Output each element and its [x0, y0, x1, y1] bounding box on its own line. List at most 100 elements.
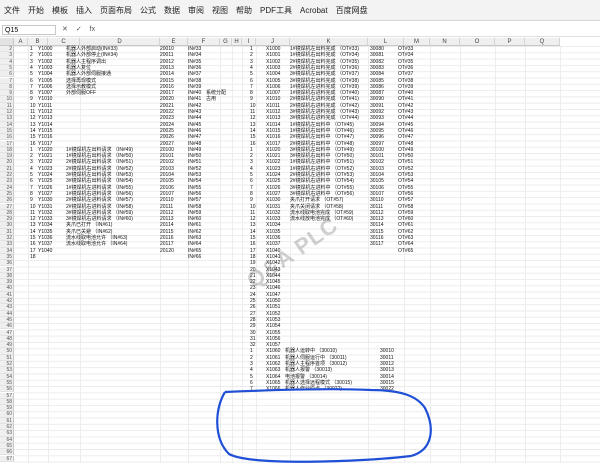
- left-table-cell: IN#58: [188, 203, 202, 210]
- right-table-cell: 机器人报警 （30013): [285, 367, 332, 374]
- left-table-cell: 3: [30, 159, 33, 166]
- right-table-cell: 16: [250, 140, 256, 147]
- ribbon-tab[interactable]: 视图: [208, 5, 232, 16]
- right-table-cell: 16: [250, 241, 256, 248]
- left-table-cell: Y1032: [38, 209, 53, 216]
- left-table-cell: Y1010: [38, 96, 53, 103]
- left-table-cell: IN#49: [188, 146, 202, 153]
- right-table-cell: 30083: [370, 64, 384, 71]
- right-table-cell: X1000: [266, 46, 281, 52]
- left-table-cell: IN#56: [188, 190, 202, 197]
- left-table-cell: Y1012: [38, 109, 53, 115]
- right-table-cell: 3#镜焊机右出料完成 （OT#38): [290, 77, 359, 84]
- right-table-cell: 3#镜焊机左出料完成 （OT#37): [290, 71, 359, 78]
- left-table-cell: IN#63: [188, 235, 202, 241]
- left-table-cell: Y1036: [38, 235, 53, 241]
- left-table-cell: 20021: [160, 102, 174, 109]
- column-header[interactable]: A: [14, 38, 28, 46]
- right-table-cell: 1: [250, 348, 253, 355]
- right-table-cell: 2#镜焊机右进料中 （OT#54): [290, 178, 354, 185]
- left-table-cell: Y1005: [38, 77, 53, 84]
- column-header[interactable]: J: [256, 38, 290, 46]
- ribbon-tab[interactable]: PDF工具: [256, 5, 296, 16]
- column-header[interactable]: C: [48, 38, 80, 46]
- left-table-cell: 10: [30, 203, 36, 210]
- column-header[interactable]: Q: [525, 38, 560, 46]
- left-table-cell: IN#50: [188, 153, 202, 160]
- left-table-cell: 机器人主程序调出: [66, 58, 107, 65]
- right-table-cell: 15: [250, 235, 256, 241]
- left-table-cell: 2#镜焊机左出料请求 （IN#51): [66, 159, 133, 166]
- cancel-icon[interactable]: ✕: [62, 26, 68, 33]
- ribbon-tab[interactable]: 公式: [136, 5, 160, 16]
- right-table-cell: OT#45: [398, 121, 414, 128]
- left-table-cell: IN#46: [188, 127, 202, 134]
- column-header[interactable]: K: [290, 38, 368, 46]
- ribbon-tab[interactable]: 模板: [48, 5, 72, 16]
- left-table-cell: 7: [30, 184, 33, 191]
- right-table-cell: 30014: [380, 373, 394, 380]
- right-table-cell: X1022: [266, 159, 281, 166]
- right-table-cell: X1027: [266, 190, 281, 197]
- formula-input[interactable]: [100, 25, 596, 35]
- column-header[interactable]: N: [430, 38, 460, 46]
- ribbon-tab[interactable]: 百度网盘: [332, 5, 372, 16]
- right-table-cell: 30105: [370, 178, 384, 185]
- right-table-cell: X1066: [266, 386, 281, 393]
- column-header[interactable]: F: [188, 38, 220, 46]
- right-table-cell: OT#40: [398, 90, 414, 97]
- ribbon-tab[interactable]: 开始: [24, 5, 48, 16]
- ribbon-tab[interactable]: 页面布局: [96, 5, 136, 16]
- left-table-cell: 5: [30, 172, 33, 178]
- column-header[interactable]: D: [80, 38, 160, 46]
- column-header[interactable]: I: [242, 38, 256, 46]
- right-table-cell: 30101: [370, 153, 384, 160]
- right-table-cell: 26: [250, 304, 256, 311]
- right-table-cell: 30110: [370, 197, 384, 204]
- column-header[interactable]: L: [368, 38, 404, 46]
- ribbon-tab[interactable]: 审阅: [184, 5, 208, 16]
- right-table-cell: X1057: [266, 342, 281, 349]
- name-box[interactable]: Q15: [2, 25, 56, 35]
- right-table-cell: OT#53: [398, 172, 414, 178]
- right-table-cell: OT#33: [398, 46, 414, 52]
- right-table-cell: 6: [250, 178, 253, 185]
- row-header[interactable]: 67: [0, 455, 14, 462]
- ribbon-tab[interactable]: 数据: [160, 5, 184, 16]
- ribbon-tab[interactable]: 帮助: [232, 5, 256, 16]
- right-table-cell: X1006: [266, 83, 281, 90]
- right-table-cell: 12: [250, 115, 256, 122]
- enter-icon[interactable]: ✓: [76, 26, 82, 33]
- column-header[interactable]: H: [232, 38, 242, 46]
- left-table-cell: IN#62: [188, 228, 202, 235]
- right-table-cell: 30087: [370, 90, 384, 97]
- select-all-corner[interactable]: [0, 38, 14, 46]
- right-table-cell: 9: [250, 197, 253, 204]
- ribbon-tab[interactable]: Acrobat: [296, 6, 332, 15]
- left-table-cell: 20022: [160, 109, 174, 115]
- left-table-cell: 20101: [160, 153, 174, 160]
- column-header[interactable]: P: [495, 38, 525, 46]
- right-table-cell: 11: [250, 209, 256, 216]
- column-header[interactable]: M: [404, 38, 430, 46]
- column-header[interactable]: E: [160, 38, 188, 46]
- left-table-cell: Y1013: [38, 115, 53, 122]
- column-header[interactable]: G: [220, 38, 232, 46]
- left-table-cell: Y1037: [38, 241, 53, 248]
- left-table-cell: 机器人外部伺服接通: [66, 71, 112, 78]
- left-table-cell: Y1024: [38, 172, 53, 178]
- left-table-cell: IN#44: [188, 115, 202, 122]
- column-header[interactable]: O: [460, 38, 495, 46]
- right-table-cell: X1061: [266, 354, 281, 361]
- ribbon-tab[interactable]: 文件: [0, 5, 24, 16]
- left-table-cell: 12: [30, 216, 36, 223]
- right-table-cell: 30116: [370, 235, 384, 241]
- right-table-cell: OT#51: [398, 159, 414, 166]
- column-header[interactable]: B: [28, 38, 48, 46]
- fx-icon[interactable]: fx: [90, 26, 95, 33]
- left-table-cell: 20012: [160, 58, 174, 65]
- right-table-cell: 4: [250, 165, 253, 172]
- right-table-cell: 8: [250, 90, 253, 97]
- left-table-cell: 20100: [160, 146, 174, 153]
- ribbon-tab[interactable]: 插入: [72, 5, 96, 16]
